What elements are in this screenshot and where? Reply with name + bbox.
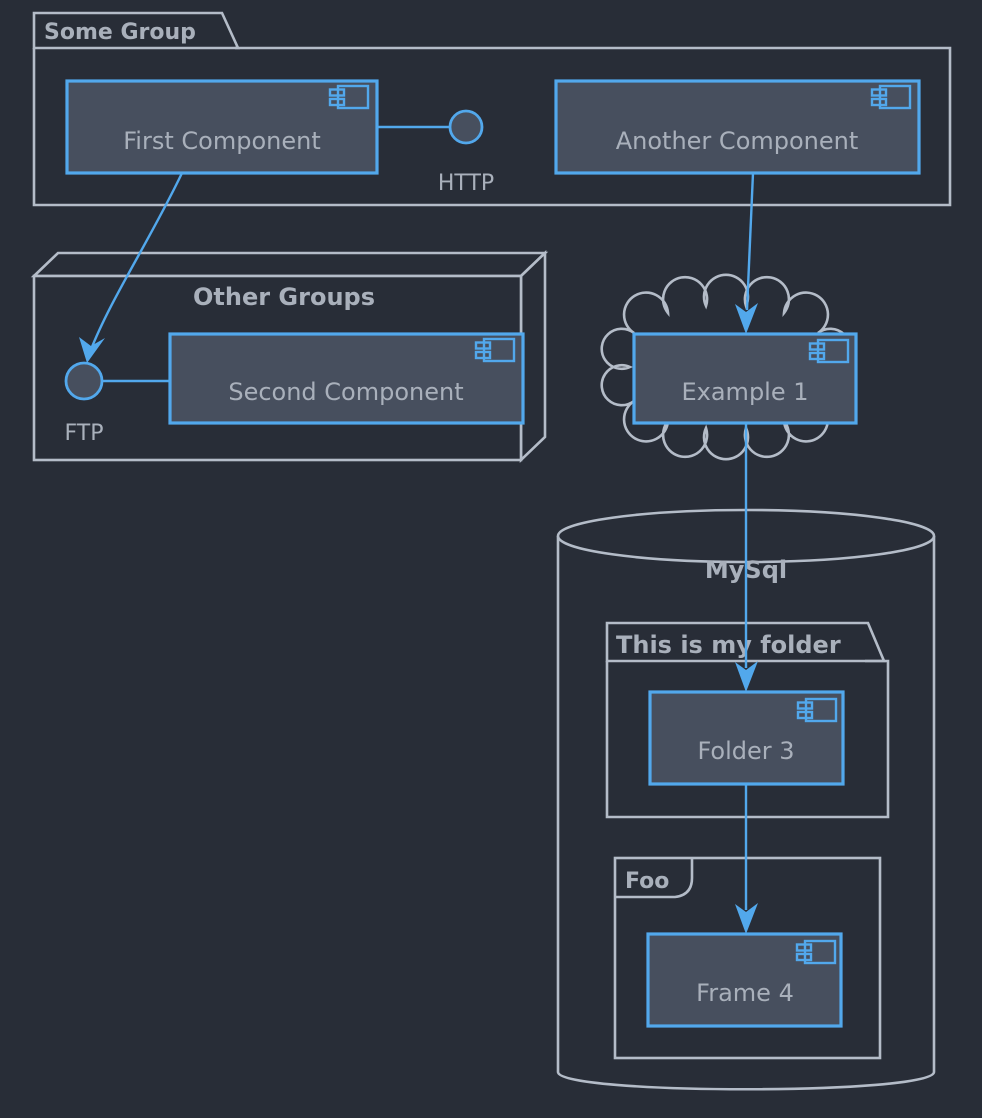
connection-another-to-example1 (735, 172, 758, 334)
component-another[interactable]: Another Component (554, 79, 921, 175)
diagram-canvas: Some Group First Component Another Compo… (30, 11, 952, 1091)
component-folder3[interactable]: Folder 3 (648, 690, 845, 786)
component-second[interactable]: Second Component (168, 332, 525, 425)
component-folder3-label: Folder 3 (697, 737, 794, 765)
interface-http-label: HTTP (438, 171, 494, 196)
component-first[interactable]: First Component (65, 79, 379, 175)
uml-component-diagram: Some Group First Component Another Compo… (0, 0, 982, 1118)
component-frame4-label: Frame 4 (696, 979, 794, 1007)
interface-ftp-label: FTP (65, 421, 104, 446)
group-other-groups-top-face (30, 251, 549, 278)
connection-another-to-example1-line (745, 172, 755, 311)
component-example1[interactable]: Example 1 (632, 332, 858, 425)
component-frame4[interactable]: Frame 4 (646, 932, 843, 1028)
component-second-label: Second Component (228, 378, 463, 406)
group-foo-label: Foo (625, 869, 669, 894)
component-first-label: First Component (123, 127, 320, 155)
interface-http[interactable]: HTTP (377, 109, 494, 196)
group-other-groups-label: Other Groups (193, 283, 375, 311)
group-some-group-label: Some Group (44, 20, 196, 45)
interface-http-circle (448, 109, 484, 145)
component-another-label: Another Component (616, 127, 859, 155)
interface-ftp-circle (64, 361, 104, 401)
group-folder-label: This is my folder (616, 631, 841, 659)
component-example1-label: Example 1 (681, 378, 808, 406)
